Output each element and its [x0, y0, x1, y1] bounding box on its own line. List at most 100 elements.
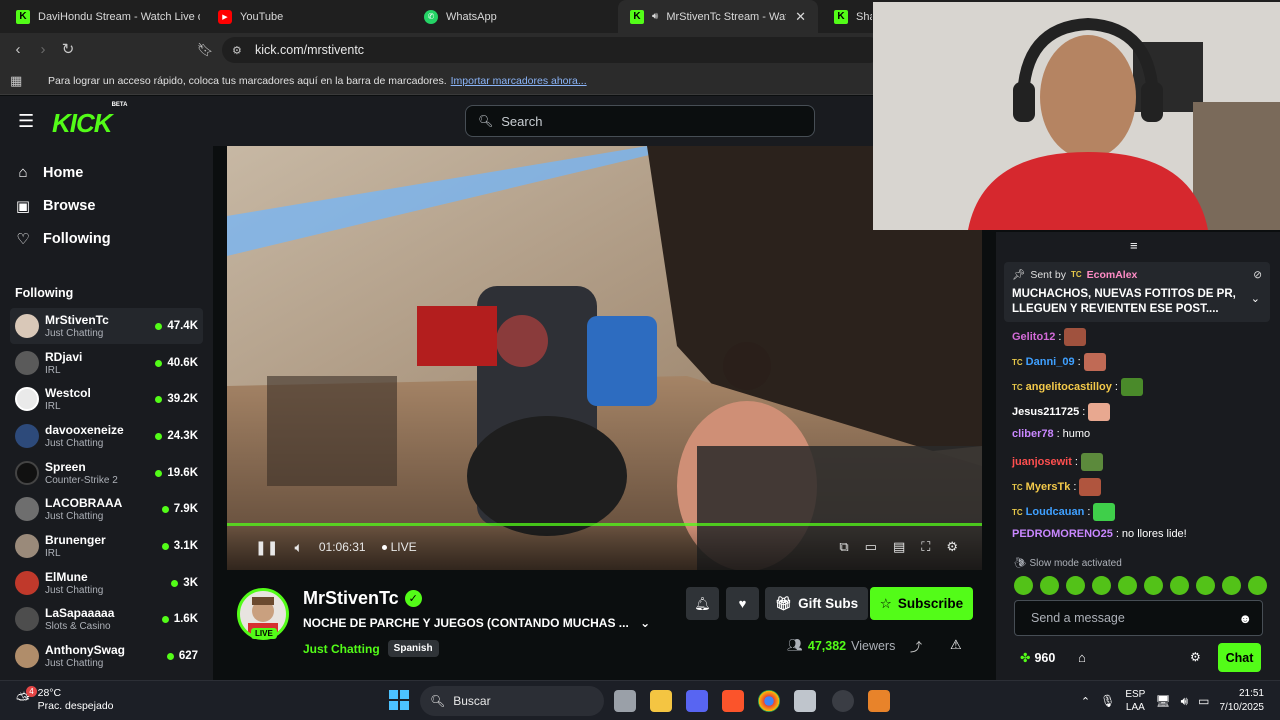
chat-username[interactable]: Jesus211725: [1012, 406, 1079, 418]
emote-icon[interactable]: [1170, 576, 1189, 595]
sidebar-channel-spreen[interactable]: Spreen Counter-Strike 2 19.6K: [10, 455, 203, 491]
search-box[interactable]: 🔍︎ Search: [465, 105, 815, 137]
chevron-up-icon[interactable]: ⌃: [1081, 695, 1090, 708]
chevron-down-icon[interactable]: ⌄: [1251, 292, 1260, 305]
menu-icon[interactable]: ☰: [18, 111, 34, 132]
channel-name[interactable]: MrStivenTc ✓: [303, 588, 422, 609]
emote-icon[interactable]: [1118, 576, 1137, 595]
store-icon[interactable]: ⌂: [1078, 650, 1086, 665]
clip-icon[interactable]: ⧉: [839, 539, 848, 555]
kick-logo[interactable]: KICKBETA: [52, 102, 127, 139]
pause-icon[interactable]: ❚❚: [255, 539, 278, 556]
fullscreen-icon[interactable]: ⛶: [921, 539, 930, 555]
chat-username[interactable]: PEDROMORENO25: [1012, 528, 1113, 540]
emote-icon[interactable]: [1222, 576, 1241, 595]
notifications-button[interactable]: 🔔︎: [686, 587, 719, 620]
volume-icon[interactable]: 🔊︎: [1181, 694, 1189, 709]
sidebar-channel-rdjavi[interactable]: RDjavi IRL 40.6K: [10, 345, 203, 381]
import-bookmarks-link[interactable]: Importar marcadores ahora...: [451, 75, 587, 87]
reload-icon[interactable]: ↻: [59, 41, 77, 59]
network-icon[interactable]: 🖥︎: [1155, 694, 1170, 708]
clock[interactable]: 21:51 7/10/2025: [1220, 687, 1265, 715]
app-icon[interactable]: [832, 690, 854, 712]
chat-username[interactable]: Danni_09: [1026, 356, 1075, 368]
emote-icon[interactable]: [1196, 576, 1215, 595]
follow-button[interactable]: ♥: [726, 587, 759, 620]
task-view-icon[interactable]: [614, 690, 636, 712]
send-chat-button[interactable]: Chat: [1218, 643, 1261, 672]
emote-icon[interactable]: [1092, 576, 1111, 595]
nav-home[interactable]: ⌂ Home: [15, 164, 83, 181]
apps-grid-icon[interactable]: ▦: [10, 73, 22, 89]
taskbar-search[interactable]: 🔍︎ Buscar: [420, 686, 604, 716]
browser-tab[interactable]: K Shar: [822, 0, 872, 33]
miniplayer-icon[interactable]: ▤: [893, 539, 905, 555]
emote-icon[interactable]: [1040, 576, 1059, 595]
chat-username[interactable]: Loudcauan: [1026, 506, 1085, 518]
browser-tab[interactable]: K DaviHondu Stream - Watch Live on K: [4, 0, 200, 33]
nav-browse[interactable]: ▣ Browse: [15, 197, 95, 215]
hide-pin-icon[interactable]: ⊘: [1253, 269, 1262, 281]
emote-icon[interactable]: [1144, 576, 1163, 595]
volume-icon[interactable]: 🔈︎: [294, 539, 302, 556]
weather-desc: Prac. despejado: [37, 700, 114, 712]
emote-icon[interactable]: [1066, 576, 1085, 595]
battery-icon[interactable]: ▭: [1198, 694, 1209, 708]
microphone-icon[interactable]: 🎙︎: [1100, 694, 1115, 708]
brave-icon[interactable]: [722, 690, 744, 712]
chevron-down-icon[interactable]: ⌄: [640, 616, 650, 630]
video-player[interactable]: ❚❚ 🔈︎ 01:06:31 LIVE ⧉ ▭ ▤ ⛶ ⚙: [227, 146, 982, 570]
viewer-count: 47.4K: [155, 320, 198, 332]
close-tab-icon[interactable]: ✕: [795, 9, 806, 25]
channel-name: Brunenger: [45, 533, 106, 547]
sidebar-channel-lacobraaa[interactable]: LACOBRAAA Just Chatting 7.9K: [10, 491, 203, 527]
subscribe-button[interactable]: ☆ Subscribe: [870, 587, 973, 620]
back-icon[interactable]: ‹: [9, 41, 27, 59]
site-info-icon[interactable]: ⚙: [232, 44, 242, 57]
file-explorer-icon[interactable]: [650, 690, 672, 712]
app-icon[interactable]: [868, 690, 890, 712]
emoji-picker-icon[interactable]: ☻: [1238, 611, 1252, 626]
sidebar-channel-brunenger[interactable]: Brunenger IRL 3.1K: [10, 528, 203, 564]
sidebar-channel-elmune[interactable]: ElMune Just Chatting 3K: [10, 565, 203, 601]
settings-icon[interactable]: ⚙: [946, 539, 958, 555]
language-tag[interactable]: Spanish: [387, 640, 439, 657]
sidebar-channel-mrstiventc[interactable]: MrStivenTc Just Chatting 47.4K: [10, 308, 203, 344]
sidebar-channel-anthonyswag[interactable]: AnthonySwag Just Chatting 627: [10, 638, 203, 674]
discord-icon[interactable]: [686, 690, 708, 712]
chat-username[interactable]: angelitocastilloy: [1026, 381, 1112, 393]
category-link[interactable]: Just Chatting: [303, 642, 380, 656]
theater-icon[interactable]: ▭: [865, 539, 877, 555]
chat-username[interactable]: Gelito12: [1012, 331, 1055, 343]
forward-icon[interactable]: ›: [34, 41, 52, 59]
emote-icon[interactable]: [1014, 576, 1033, 595]
weather-widget[interactable]: ⛅︎ 4 28°C Prac. despejado: [16, 686, 114, 713]
pinned-user[interactable]: EcomAlex: [1087, 269, 1138, 281]
nav-following[interactable]: ♡ Following: [15, 230, 110, 248]
emote-icon[interactable]: [1248, 576, 1267, 595]
chat-input[interactable]: Send a message ☻: [1014, 600, 1263, 636]
url-text: kick.com/mrstiventc: [255, 43, 365, 57]
gift-subs-button[interactable]: 🎁︎ Gift Subs: [765, 587, 869, 620]
sidebar-channel-westcol[interactable]: Westcol IRL 39.2K: [10, 381, 203, 417]
bookmark-icon[interactable]: 🔖︎: [196, 41, 214, 59]
share-icon[interactable]: ⤴: [910, 638, 922, 655]
windows-start-icon[interactable]: [389, 690, 409, 710]
chat-username[interactable]: MyersTk: [1026, 481, 1071, 493]
browser-tab[interactable]: ✆ WhatsApp: [412, 0, 612, 33]
sidebar-channel-lasapaaaaa[interactable]: LaSapaaaaa Slots & Casino 1.6K: [10, 601, 203, 637]
chat-settings-icon[interactable]: ⚙: [1190, 650, 1201, 664]
browser-tab-active[interactable]: K 🔊︎ MrStivenTc Stream - Watch Li ✕: [618, 0, 818, 33]
url-field[interactable]: ⚙ kick.com/mrstiventc: [222, 37, 882, 63]
report-icon[interactable]: ⚠: [950, 637, 962, 653]
snipping-tool-icon[interactable]: [794, 690, 816, 712]
channel-points[interactable]: ✤ 960: [1020, 650, 1055, 666]
chrome-icon[interactable]: [758, 690, 780, 712]
search-icon: 🔍︎: [478, 114, 494, 128]
browser-tab[interactable]: ▶ YouTube: [206, 0, 406, 33]
chat-collapse-icon[interactable]: ≡: [1130, 238, 1138, 253]
chat-username[interactable]: cliber78: [1012, 428, 1054, 440]
language-indicator[interactable]: ESP LAA: [1125, 688, 1145, 714]
sidebar-channel-davooxeneize[interactable]: davooxeneize Just Chatting 24.3K: [10, 418, 203, 454]
chat-username[interactable]: juanjosewit: [1012, 456, 1072, 468]
